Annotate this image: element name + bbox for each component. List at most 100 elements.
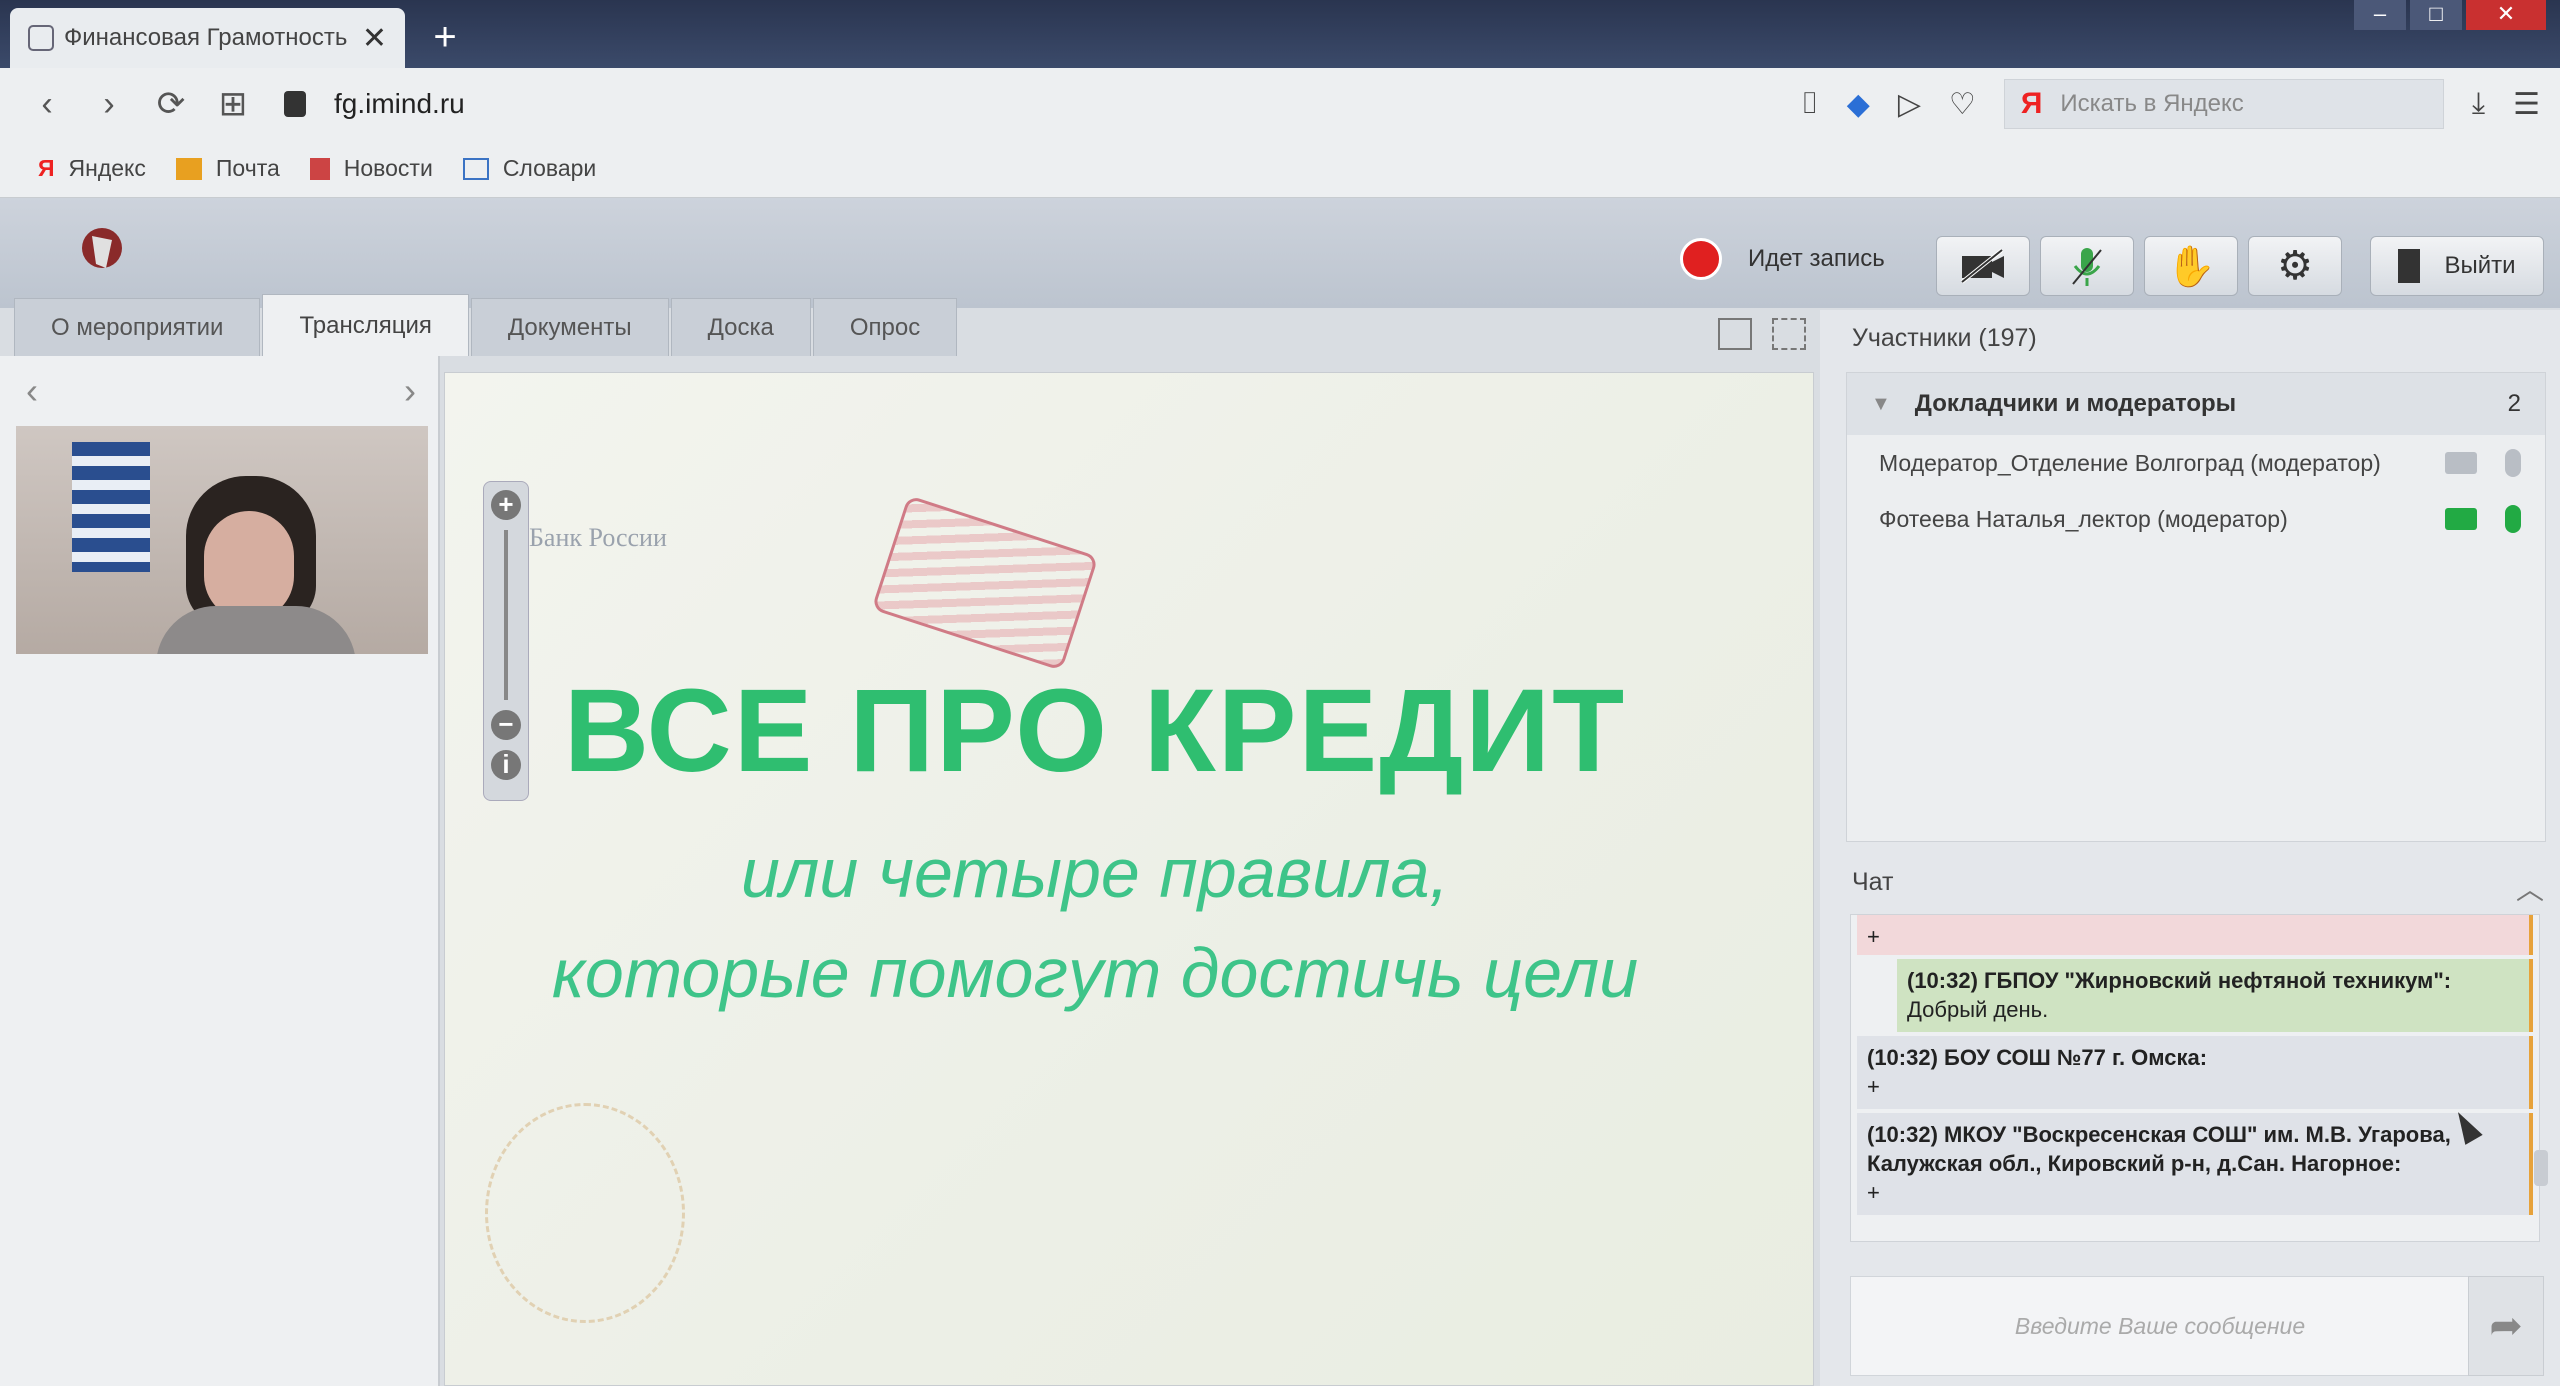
participant-row[interactable]: Фотеева Наталья_лектор (модератор) xyxy=(1847,491,2545,547)
chat-message-input[interactable]: Введите Ваше сообщение xyxy=(1850,1276,2470,1376)
microphone-icon xyxy=(2072,248,2102,286)
chat-message-text: Добрый день. xyxy=(1907,996,2049,1022)
group-count: 2 xyxy=(2507,390,2521,417)
bookmark-dictionaries[interactable]: Словари xyxy=(462,155,597,182)
participants-list: ▼ Докладчики и модераторы 2 Модератор_От… xyxy=(1846,372,2546,842)
participant-row[interactable]: Модератор_Отделение Волгоград (модератор… xyxy=(1847,435,2545,491)
zoom-in-icon[interactable]: + xyxy=(491,490,521,520)
forward-icon[interactable]: › xyxy=(78,85,140,124)
bank-of-russia-logo: Банк России xyxy=(529,523,667,552)
prev-video-icon[interactable]: ‹ xyxy=(26,370,38,412)
gear-icon: ⚙ xyxy=(2277,244,2313,288)
slide-subtitle-line2: которые помогут достичь цели xyxy=(551,934,1639,1012)
tab-broadcast[interactable]: Трансляция xyxy=(262,294,469,356)
tab-documents[interactable]: Документы xyxy=(470,298,669,356)
chat-message-header: (10:32) БОУ СОШ №77 г. Омска: xyxy=(1867,1045,2208,1071)
address-bar-tools: ⌷ ◆ ▷ ♡ Я Искать в Яндекс ⤓ ☰ xyxy=(1801,68,2540,140)
site-favicon-icon xyxy=(28,25,54,51)
camera-off-icon xyxy=(2445,452,2477,474)
coin-bag-decoration xyxy=(485,1103,685,1323)
chat-message-text: + xyxy=(1867,924,1880,949)
raise-hand-button[interactable]: ✋ xyxy=(2144,236,2238,296)
chat-message: (10:32) ГБПОУ "Жирновский нефтяной техни… xyxy=(1897,959,2533,1033)
collapse-triangle-icon[interactable]: ▼ xyxy=(1871,393,1891,416)
share-icon[interactable]: ▷ xyxy=(1898,87,1921,122)
recording-label: Идет запись xyxy=(1748,245,1885,272)
tabs-grid-icon[interactable]: ⊞ xyxy=(202,84,264,124)
bookmark-yandex[interactable]: Я Яндекс xyxy=(38,155,146,182)
tab-board[interactable]: Доска xyxy=(670,298,811,356)
hand-icon: ✋ xyxy=(2166,244,2216,289)
download-icon[interactable]: ⤓ xyxy=(2472,87,2485,121)
chat-message-text: + xyxy=(1867,1179,1880,1205)
speaker-body xyxy=(156,606,356,654)
close-window-button[interactable]: ✕ xyxy=(2466,0,2546,30)
chat-title: Чат xyxy=(1852,868,1894,896)
settings-button[interactable]: ⚙ xyxy=(2248,236,2342,296)
maximize-window-button[interactable]: □ xyxy=(2410,0,2462,30)
browser-tab[interactable]: Финансовая Грамотность ✕ xyxy=(10,8,405,68)
reload-icon[interactable]: ⟳ xyxy=(140,84,202,124)
yandex-search-placeholder: Искать в Яндекс xyxy=(2060,90,2244,117)
bookmark-news[interactable]: Новости xyxy=(309,155,433,182)
shield-icon[interactable]: ◆ xyxy=(1847,87,1870,122)
chat-scrollbar[interactable] xyxy=(2534,1150,2548,1186)
recording-indicator: Идет запись xyxy=(1680,238,1885,280)
speaker-face xyxy=(204,511,294,621)
mail-icon xyxy=(175,157,202,180)
minimize-window-button[interactable]: – xyxy=(2354,0,2406,30)
microphone-off-icon xyxy=(2505,449,2521,477)
yandex-logo-icon: Я xyxy=(2020,87,2043,120)
chat-message: (10:32) МКОУ "Воскресенская СОШ" им. М.В… xyxy=(1857,1113,2533,1216)
group-name: Докладчики и модераторы xyxy=(1914,390,2237,417)
camera-screenshot-icon[interactable]: ⌷ xyxy=(1801,87,1819,121)
browser-tabstrip: Финансовая Грамотность ✕ + – □ ✕ xyxy=(0,0,2560,68)
speaker-video[interactable] xyxy=(16,426,428,654)
microphone-on-icon xyxy=(2505,505,2521,533)
video-panel: ‹ › xyxy=(0,356,440,1386)
bookmark-label: Яндекс xyxy=(68,155,146,181)
chevron-up-icon[interactable]: ︿ xyxy=(2516,868,2544,908)
video-background-poster xyxy=(72,442,150,572)
fullscreen-icon[interactable] xyxy=(1772,318,1806,350)
bookmark-label: Новости xyxy=(343,155,433,181)
yandex-search-input[interactable]: Я Искать в Яндекс xyxy=(2003,79,2444,129)
chat-message-header: (10:32) МКОУ "Воскресенская СОШ" им. М.В… xyxy=(1867,1122,2451,1176)
exit-label: Выйти xyxy=(2444,252,2516,279)
news-icon xyxy=(309,157,330,180)
camera-toggle-button[interactable] xyxy=(1936,236,2030,296)
tab-about[interactable]: О мероприятии xyxy=(14,298,261,356)
app-logo-icon xyxy=(82,228,122,268)
send-button[interactable]: ➦ xyxy=(2468,1276,2544,1376)
exit-button[interactable]: Выйти xyxy=(2370,236,2544,296)
slide-subtitle-line1: или четыре правила, xyxy=(741,834,1449,912)
close-tab-icon[interactable]: ✕ xyxy=(362,21,387,56)
new-tab-button[interactable]: + xyxy=(420,14,470,60)
address-bar: ‹ › ⟳ ⊞ fg.imind.ru ⌷ ◆ ▷ ♡ Я Искать в Я… xyxy=(0,68,2560,140)
microphone-toggle-button[interactable] xyxy=(2040,236,2134,296)
chat-message: + xyxy=(1857,915,2533,955)
record-dot-icon xyxy=(1680,238,1722,280)
group-header[interactable]: ▼ Докладчики и модераторы 2 xyxy=(1847,373,2545,435)
next-video-icon[interactable]: › xyxy=(404,370,416,412)
bookmark-mail[interactable]: Почта xyxy=(175,155,280,182)
back-icon[interactable]: ‹ xyxy=(16,85,78,124)
camera-off-icon xyxy=(1960,248,2004,284)
chat-messages: + (10:32) ГБПОУ "Жирновский нефтяной тех… xyxy=(1850,914,2540,1242)
menu-icon[interactable]: ☰ xyxy=(2513,87,2540,122)
presentation-slide: + − i Банк России ВСЕ ПРО КРЕДИТ или чет… xyxy=(444,372,1814,1386)
chat-message-header: (10:32) ГБПОУ "Жирновский нефтяной техни… xyxy=(1907,968,2452,993)
participant-name: Модератор_Отделение Волгоград (модератор… xyxy=(1879,449,2381,476)
browser-tab-title: Финансовая Грамотность xyxy=(64,24,348,51)
tab-poll[interactable]: Опрос xyxy=(812,298,958,356)
url-text[interactable]: fg.imind.ru xyxy=(334,88,465,120)
door-icon xyxy=(2398,249,2421,283)
send-arrow-icon: ➦ xyxy=(2489,1304,2523,1348)
yandex-logo-icon: Я xyxy=(38,155,55,181)
credit-card-decoration xyxy=(871,495,1099,671)
bookmark-label: Словари xyxy=(502,155,597,181)
chat-message-text: + xyxy=(1867,1073,1880,1099)
window-mode-icon[interactable] xyxy=(1718,318,1752,350)
participants-title: Участники (197) xyxy=(1852,324,2037,352)
heart-icon[interactable]: ♡ xyxy=(1949,87,1976,122)
